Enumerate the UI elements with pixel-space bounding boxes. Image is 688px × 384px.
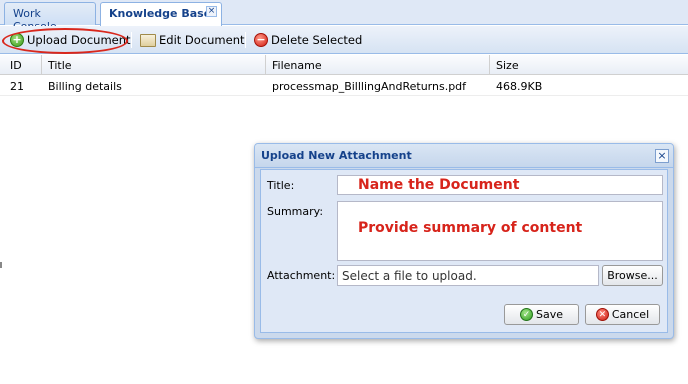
tab-close-icon[interactable]: × xyxy=(206,6,217,17)
delete-icon: − xyxy=(254,33,268,47)
cell-title: Billing details xyxy=(48,80,122,93)
toolbar: + Upload Document Edit Document − Delete… xyxy=(0,26,688,54)
edit-document-button[interactable]: Edit Document xyxy=(138,31,247,49)
edit-document-label: Edit Document xyxy=(159,33,245,47)
cell-id: 21 xyxy=(10,80,24,93)
delete-selected-button[interactable]: − Delete Selected xyxy=(252,31,364,49)
attachment-field[interactable]: Select a file to upload. xyxy=(337,265,599,286)
column-header-filename[interactable]: Filename xyxy=(266,55,490,75)
tab-work-console[interactable]: Work Console xyxy=(4,2,96,33)
browse-button[interactable]: Browse... xyxy=(602,265,663,286)
column-header-id[interactable]: ID xyxy=(4,55,42,75)
save-label: Save xyxy=(535,308,563,321)
add-icon: + xyxy=(10,33,24,47)
upload-attachment-dialog: Upload New Attachment × Title: Name the … xyxy=(254,143,674,339)
toolbar-separator xyxy=(131,32,132,48)
tab-bar: Work Console Knowledge Base × xyxy=(0,0,688,33)
toolbar-separator xyxy=(245,32,246,48)
edit-icon xyxy=(140,33,156,47)
attachment-placeholder: Select a file to upload. xyxy=(342,269,477,283)
column-header-title[interactable]: Title xyxy=(42,55,266,75)
check-icon: ✓ xyxy=(519,308,533,321)
attachment-label: Attachment: xyxy=(267,269,336,282)
tab-knowledge-base[interactable]: Knowledge Base × xyxy=(100,2,222,26)
browse-label: Browse... xyxy=(607,269,658,282)
dialog-title: Upload New Attachment xyxy=(261,149,412,162)
upload-document-button[interactable]: + Upload Document xyxy=(8,31,133,49)
title-label: Title: xyxy=(267,179,295,192)
cancel-button[interactable]: ✕ Cancel xyxy=(585,304,660,325)
grid-header: ID Title Filename Size xyxy=(0,55,688,75)
splitter-handle[interactable] xyxy=(0,262,2,268)
cell-filename: processmap_BilllingAndReturns.pdf xyxy=(272,80,467,93)
delete-selected-label: Delete Selected xyxy=(271,33,363,47)
cancel-label: Cancel xyxy=(611,308,650,321)
dialog-body: Title: Name the Document Summary: Provid… xyxy=(260,169,668,333)
table-row[interactable]: 21 Billing details processmap_BilllingAn… xyxy=(0,76,688,96)
summary-annotation: Provide summary of content xyxy=(358,220,583,236)
column-header-size[interactable]: Size xyxy=(490,55,688,75)
summary-field[interactable]: Provide summary of content xyxy=(337,201,663,261)
cancel-icon: ✕ xyxy=(595,308,609,321)
dialog-header[interactable]: Upload New Attachment × xyxy=(255,144,673,168)
save-button[interactable]: ✓ Save xyxy=(504,304,579,325)
cell-size: 468.9KB xyxy=(496,80,543,93)
title-annotation: Name the Document xyxy=(358,177,520,193)
upload-document-label: Upload Document xyxy=(27,33,131,47)
close-icon[interactable]: × xyxy=(655,149,669,163)
tab-knowledge-base-label: Knowledge Base xyxy=(109,7,212,20)
summary-label: Summary: xyxy=(267,205,324,218)
title-field[interactable]: Name the Document xyxy=(337,175,663,195)
